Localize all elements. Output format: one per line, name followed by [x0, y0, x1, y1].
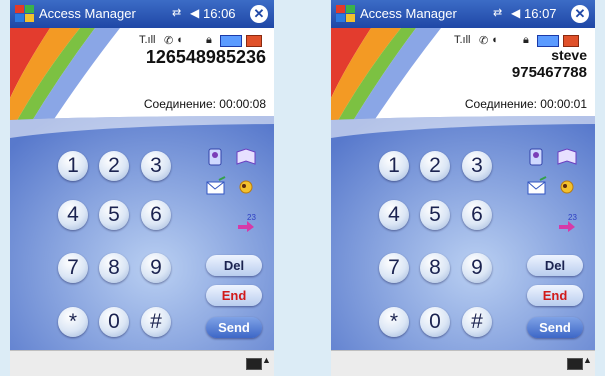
- phone-icon: ✆: [164, 35, 174, 47]
- lock-icon: 🔒︎: [523, 34, 529, 46]
- key-star[interactable]: *: [379, 307, 409, 337]
- connection-timer: Соединение: 00:00:01: [464, 97, 587, 111]
- key-6[interactable]: 6: [462, 200, 492, 230]
- key-3[interactable]: 3: [141, 151, 171, 181]
- title-bar: Access Manager ⇄ ◀ 16:06 ✕: [10, 0, 274, 28]
- key-9[interactable]: 9: [141, 253, 171, 283]
- phone-icon: ✆: [479, 35, 489, 47]
- key-hash[interactable]: #: [462, 307, 492, 337]
- app-title: Access Manager: [360, 6, 457, 21]
- key-7[interactable]: 7: [58, 253, 88, 283]
- del-button[interactable]: Del: [527, 255, 583, 276]
- clock-time[interactable]: 16:07: [524, 6, 557, 21]
- key-8[interactable]: 8: [99, 253, 129, 283]
- transfer-icon[interactable]: 23: [556, 211, 578, 233]
- key-5[interactable]: 5: [99, 200, 129, 230]
- signal-icon: T.ıll: [454, 34, 471, 46]
- key-1[interactable]: 1: [58, 151, 88, 181]
- key-hash[interactable]: #: [141, 307, 171, 337]
- volume-icon[interactable]: ◀: [190, 6, 199, 20]
- keyboard-icon[interactable]: [567, 358, 583, 370]
- speaker-icon: ◖: [491, 34, 498, 46]
- svg-text:23: 23: [568, 213, 577, 222]
- network-icon[interactable]: ⇄: [172, 6, 181, 19]
- chevron-up-icon[interactable]: ▲: [262, 355, 271, 365]
- key-8[interactable]: 8: [420, 253, 450, 283]
- chevron-up-icon[interactable]: ▲: [583, 355, 592, 365]
- key-6[interactable]: 6: [141, 200, 171, 230]
- title-bar: Access Manager ⇄ ◀ 16:07 ✕: [331, 0, 595, 28]
- contacts-icon[interactable]: [526, 146, 548, 168]
- windows-start-icon[interactable]: [335, 4, 356, 24]
- phone-screen-right: Access Manager ⇄ ◀ 16:07 ✕ T.ıll ✆ ◖ 🔒︎ …: [331, 0, 595, 376]
- send-button[interactable]: Send: [527, 317, 583, 338]
- email-icon[interactable]: [205, 176, 227, 198]
- volume-icon[interactable]: ◀: [511, 6, 520, 20]
- key-0[interactable]: 0: [99, 307, 129, 337]
- windows-start-icon[interactable]: [14, 4, 35, 24]
- end-button[interactable]: End: [206, 285, 262, 306]
- battery-icon: [220, 35, 242, 47]
- key-5[interactable]: 5: [420, 200, 450, 230]
- del-button[interactable]: Del: [206, 255, 262, 276]
- key-7[interactable]: 7: [379, 253, 409, 283]
- sun-icon[interactable]: [556, 176, 578, 198]
- contact-name: steve: [551, 47, 587, 63]
- close-icon[interactable]: ✕: [571, 5, 589, 23]
- send-button[interactable]: Send: [206, 317, 262, 338]
- lock-icon: 🔒︎: [206, 34, 212, 46]
- key-2[interactable]: 2: [420, 151, 450, 181]
- key-3[interactable]: 3: [462, 151, 492, 181]
- key-2[interactable]: 2: [99, 151, 129, 181]
- close-icon[interactable]: ✕: [250, 5, 268, 23]
- dialed-number: 126548985236: [145, 47, 266, 67]
- key-4[interactable]: 4: [58, 200, 88, 230]
- battery-icon: [537, 35, 559, 47]
- contacts-icon[interactable]: [205, 146, 227, 168]
- book-icon[interactable]: [235, 146, 257, 168]
- key-4[interactable]: 4: [379, 200, 409, 230]
- power-icon: [563, 35, 579, 47]
- app-title: Access Manager: [39, 6, 136, 21]
- sun-icon[interactable]: [235, 176, 257, 198]
- clock-time[interactable]: 16:06: [203, 6, 236, 21]
- speaker-icon: ◖: [176, 34, 183, 46]
- bottom-bar: ▲: [10, 350, 274, 376]
- dialed-number: 975467788: [511, 64, 587, 81]
- book-icon[interactable]: [556, 146, 578, 168]
- keyboard-icon[interactable]: [246, 358, 262, 370]
- end-button[interactable]: End: [527, 285, 583, 306]
- email-icon[interactable]: [526, 176, 548, 198]
- bottom-bar: ▲: [331, 350, 595, 376]
- phone-screen-left: Access Manager ⇄ ◀ 16:06 ✕ T.ıll ✆ ◖ 🔒︎ …: [10, 0, 274, 376]
- svg-text:23: 23: [247, 213, 256, 222]
- signal-icon: T.ıll: [139, 34, 156, 46]
- key-0[interactable]: 0: [420, 307, 450, 337]
- key-9[interactable]: 9: [462, 253, 492, 283]
- network-icon[interactable]: ⇄: [493, 6, 502, 19]
- key-1[interactable]: 1: [379, 151, 409, 181]
- connection-timer: Соединение: 00:00:08: [143, 97, 266, 111]
- power-icon: [246, 35, 262, 47]
- transfer-icon[interactable]: 23: [235, 211, 257, 233]
- key-star[interactable]: *: [58, 307, 88, 337]
